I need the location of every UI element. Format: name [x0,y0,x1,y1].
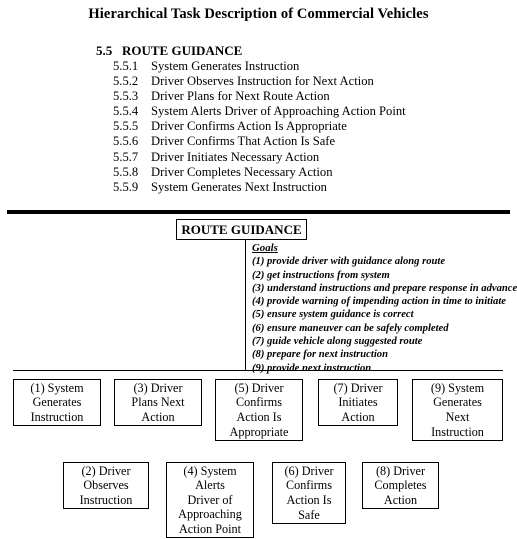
goal-item: (5) ensure system guidance is correct [252,309,414,321]
task-box-8-line1: (8) Driver [375,463,426,478]
root-task-box: ROUTE GUIDANCE [176,219,307,240]
task-box-7: (7) Driver Initiates Action [318,379,398,426]
task-box-1-line2: Generates [32,395,82,410]
task-box-2-line2: Observes [83,478,129,493]
task-box-9-line2: Generates [433,395,482,410]
task-box-1-line1: (1) System [30,380,84,395]
task-box-4: (4) System Alerts Driver of Approaching … [166,462,254,538]
task-box-5: (5) Driver Confirms Action Is Appropriat… [215,379,303,441]
task-box-3-line1: (3) Driver [133,380,183,395]
task-box-5-line1: (5) Driver [234,380,284,395]
root-task-label: ROUTE GUIDANCE [181,221,302,237]
goal-item: (2) get instructions from system [252,269,390,281]
task-box-6-line3: Action Is [286,493,332,507]
goals-block: Goals (1) provide driver with guidance a… [252,242,517,375]
task-box-2-line3: Instruction [79,492,133,507]
task-box-9: (9) System Generates Next Instruction [412,379,503,441]
task-box-9-line1: (9) System [430,380,485,395]
task-box-4-line5: Action Point [179,521,241,536]
goal-item: (4) provide warning of impending action … [252,296,506,308]
task-box-6: (6) Driver Confirms Action Is Safe [272,462,346,524]
goal-item: (9) provide next instruction [252,362,372,374]
goals-heading: Goals [252,242,278,254]
task-box-6-line1: (6) Driver [284,463,334,478]
task-box-5-line2: Confirms [235,395,283,410]
task-box-3-line2: Plans Next [131,395,185,410]
task-box-6-line2: Confirms [285,478,333,493]
task-box-7-line1: (7) Driver [333,380,383,395]
task-box-4-line2: Alerts [195,478,225,493]
task-box-2-line1: (2) Driver [81,463,131,478]
task-box-1-line3: Instruction [30,409,84,424]
task-box-4-line3: Driver of [187,492,233,507]
trunk-connector-line [245,240,246,371]
task-box-5-line3: Action Is [236,410,282,424]
goal-item: (7) guide vehicle along suggested route [252,336,423,348]
goal-item: (1) provide driver with guidance along r… [252,256,446,268]
goal-item: (3) understand instructions and prepare … [252,282,517,294]
task-box-9-line4: Instruction [431,424,484,439]
task-box-7-line3: Action [341,409,375,424]
goal-item: (8) prepare for next instruction [252,349,388,361]
task-box-3-line3: Action [141,409,175,424]
task-box-8: (8) Driver Completes Action [362,462,439,509]
goal-item: (6) ensure maneuver can be safely comple… [252,322,449,334]
task-box-5-line4: Appropriate [229,424,289,439]
task-box-2: (2) Driver Observes Instruction [63,462,149,509]
task-box-8-line3: Action [383,492,418,507]
task-box-6-line4: Safe [298,507,320,522]
task-box-7-line2: Initiates [338,395,378,410]
task-box-1: (1) System Generates Instruction [13,379,101,426]
task-box-8-line2: Completes [374,478,427,493]
hierarchical-task-diagram: ROUTE GUIDANCE Goals (1) provide driver … [0,0,517,539]
task-box-3: (3) Driver Plans Next Action [114,379,202,426]
task-box-9-line3: Next [445,410,470,424]
task-box-4-line1: (4) System [183,463,237,478]
task-box-4-line4: Approaching [178,507,242,522]
